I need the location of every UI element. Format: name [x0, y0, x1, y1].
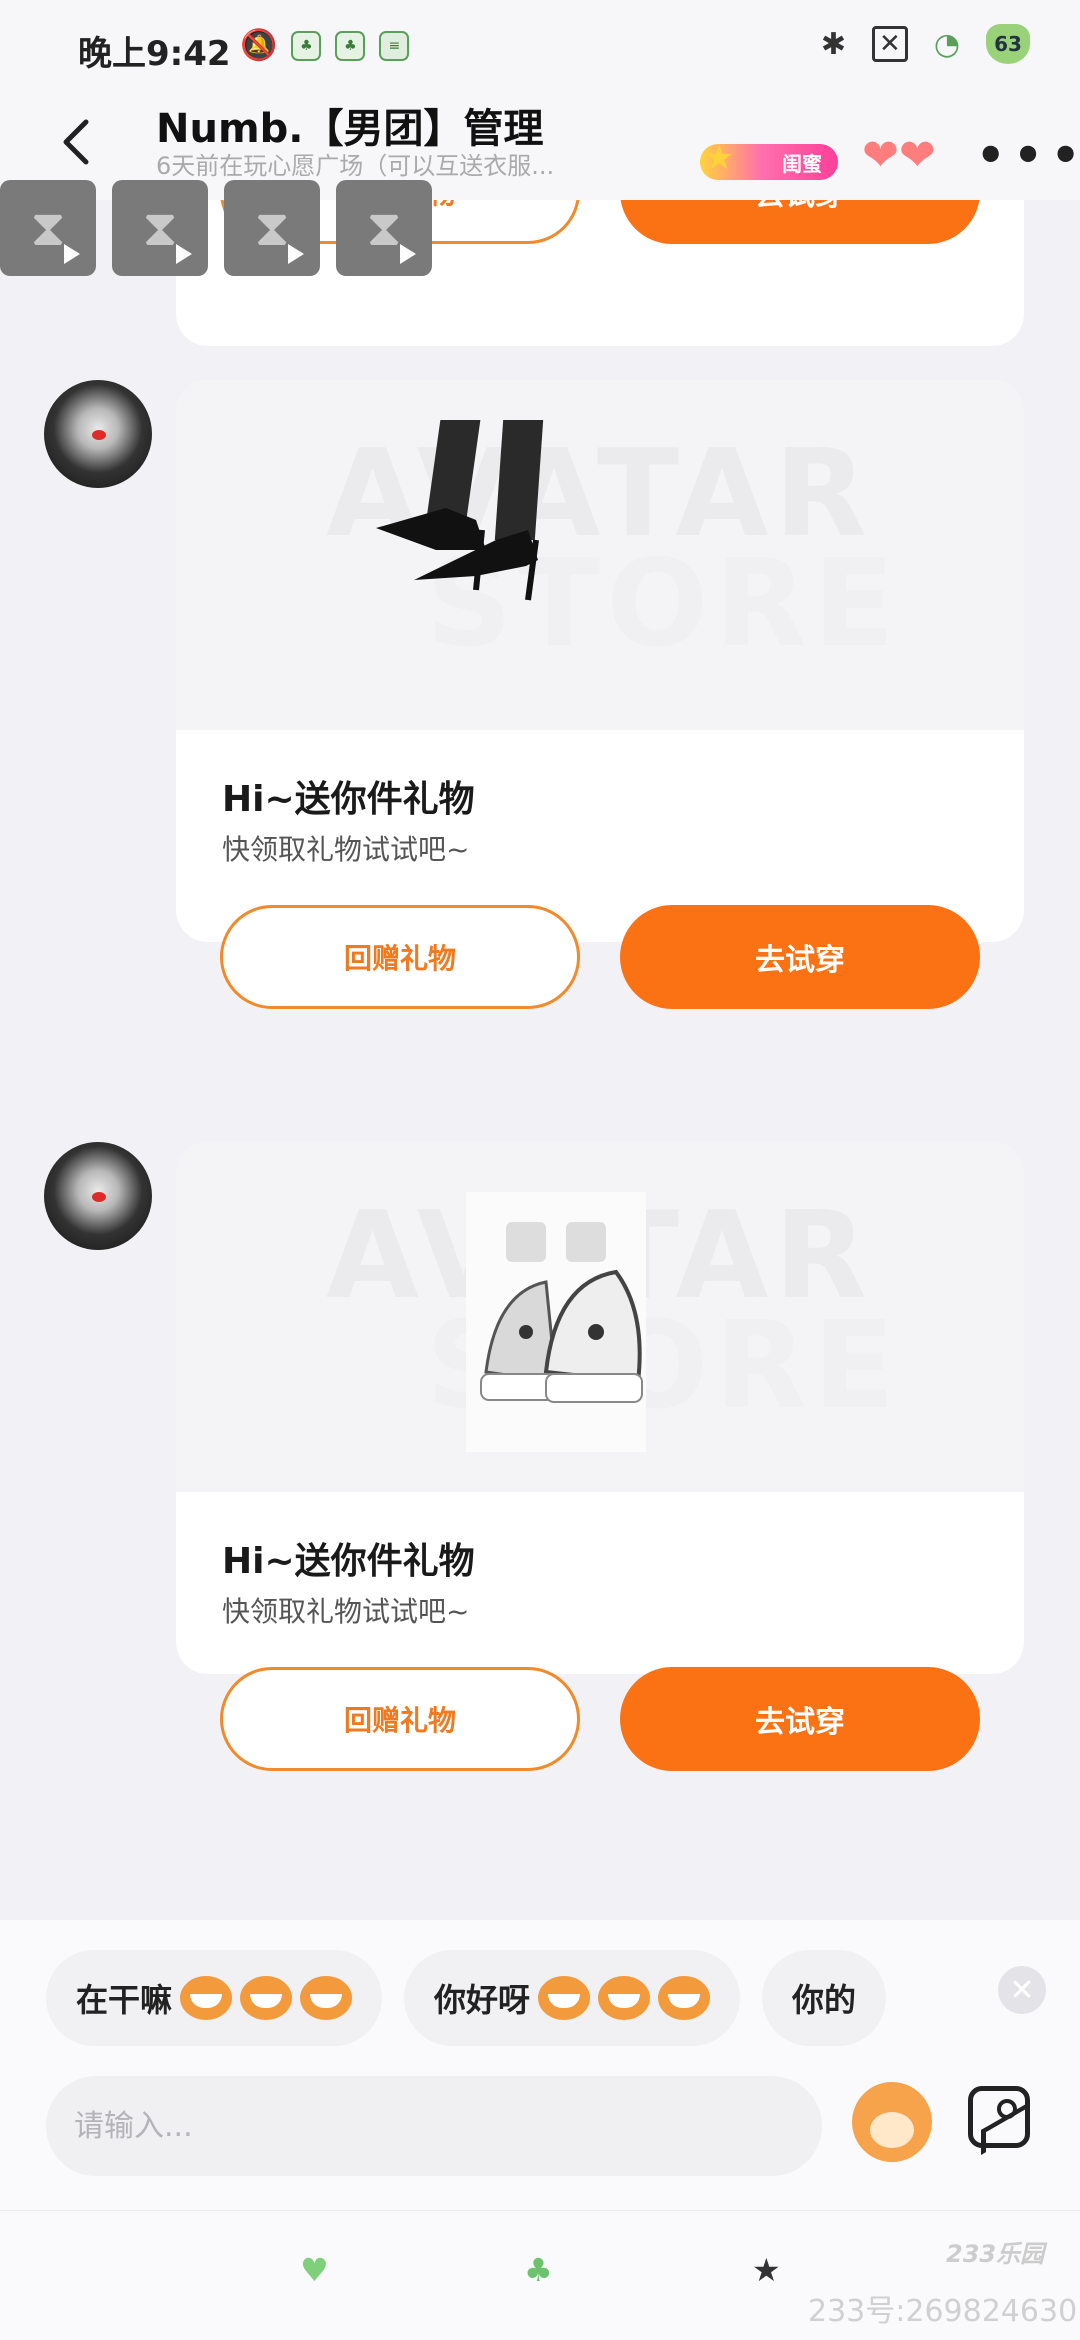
app-notification-icon: ≡: [379, 30, 410, 61]
monkey-emoji-icon: [598, 1976, 651, 2020]
watermark-id: 233号:269824630: [808, 2294, 1078, 2329]
message-input[interactable]: [46, 2076, 822, 2176]
return-gift-button[interactable]: 回赠礼物: [220, 1667, 580, 1771]
hourglass-icon: ⧗: [30, 198, 66, 257]
status-time: 晚上9:42: [78, 34, 231, 74]
try-on-button[interactable]: 去试穿: [620, 1667, 980, 1771]
hearts-icon[interactable]: ❤❤: [862, 130, 936, 181]
sender-avatar[interactable]: [44, 1142, 152, 1250]
back-arrow-icon[interactable]: [52, 112, 102, 172]
emoji-button[interactable]: [852, 2082, 932, 2162]
status-bar: 晚上9:42 🔕 ♣ ♣ ≡ ✱ ✕ ◔ 63: [0, 0, 1080, 90]
gift-card-title: Hi~送你件礼物: [222, 1541, 475, 1582]
quick-reply-chip[interactable]: 你好呀: [404, 1950, 741, 2046]
gift-item-image[interactable]: AVATARSTORE: [176, 1142, 1024, 1492]
hourglass-icon: ⧗: [366, 198, 402, 257]
battery-icon: 63: [986, 24, 1030, 64]
input-panel: 在干嘛 你好呀 你的 ✕ ♥ ♣ ★: [0, 1920, 1080, 2340]
high-heels-icon: [376, 420, 544, 601]
status-right-icons: ✱ ✕ ◔ 63: [821, 24, 1030, 64]
quick-reply-chip[interactable]: 在干嘛: [46, 1950, 383, 2046]
clover-tab-icon[interactable]: ♣: [524, 2251, 553, 2289]
gift-card-title: Hi~送你件礼物: [222, 779, 475, 820]
gift-card: AVATARSTORE Hi~送你件礼物 快领取礼物试试吧~ 回赠礼物 去试穿: [176, 1142, 1024, 1771]
quick-reply-row: 在干嘛 你好呀 你的: [46, 1950, 1036, 2046]
sim-icon: ✕: [872, 26, 908, 62]
star-icon: ★: [704, 138, 735, 178]
chat-message-list[interactable]: 回赠礼物 去试穿 AVATARSTORE Hi~送你件礼物 快领取礼物试试吧~ …: [0, 200, 1080, 1920]
star-tab-icon[interactable]: ★: [752, 2251, 781, 2289]
gift-item-image[interactable]: AVATARSTORE: [176, 380, 1024, 730]
status-left-icons: 🔕 ♣ ♣ ≡: [240, 28, 410, 63]
play-icon: [176, 244, 192, 264]
sneakers-icon: [466, 1192, 646, 1452]
video-thumbnail[interactable]: ⧗: [112, 180, 208, 276]
gift-card: AVATARSTORE Hi~送你件礼物 快领取礼物试试吧~ 回赠礼物 去试穿: [176, 380, 1024, 1009]
heart-tab-icon[interactable]: ♥: [300, 2251, 329, 2289]
quick-reply-chip[interactable]: 你的: [762, 1950, 887, 2046]
relationship-badge[interactable]: ★ 闺蜜: [700, 138, 838, 180]
hourglass-icon: ⧗: [254, 198, 290, 257]
sender-avatar[interactable]: [44, 380, 152, 488]
monkey-emoji-icon: [240, 1976, 293, 2020]
relationship-badge-label: 闺蜜: [782, 151, 822, 176]
avatar-eye: [92, 1192, 106, 1202]
quick-reply-label: 你好呀: [434, 1981, 531, 2019]
gift-card-description: 快领取礼物试试吧~: [222, 833, 470, 866]
try-on-button[interactable]: 去试穿: [620, 905, 980, 1009]
play-icon: [64, 244, 80, 264]
monkey-emoji-icon: [538, 1976, 591, 2020]
quick-reply-label: 你的: [792, 1981, 857, 2019]
monkey-emoji-icon: [180, 1976, 233, 2020]
image-picker-icon[interactable]: [968, 2086, 1030, 2148]
app-notification-icon: ♣: [335, 30, 366, 61]
try-on-button[interactable]: 去试穿: [620, 200, 980, 244]
chat-subtitle: 6天前在玩心愿广场（可以互送衣服...: [156, 152, 555, 180]
mute-bell-icon: 🔕: [240, 28, 278, 63]
watermark-brand: 233乐园: [946, 2240, 1045, 2268]
video-thumbnail[interactable]: ⧗: [224, 180, 320, 276]
video-thumbnail[interactable]: ⧗: [0, 180, 96, 276]
wifi-icon: ◔: [933, 26, 960, 62]
video-thumbnail[interactable]: ⧗: [336, 180, 432, 276]
avatar-eye: [92, 430, 106, 440]
play-icon: [288, 244, 304, 264]
hourglass-icon: ⧗: [142, 198, 178, 257]
video-thumbnail-strip: ⧗ ⧗ ⧗ ⧗: [0, 180, 432, 276]
bluetooth-icon: ✱: [820, 26, 847, 62]
monkey-emoji-icon: [300, 1976, 353, 2020]
gift-card-description: 快领取礼物试试吧~: [222, 1595, 470, 1628]
monkey-emoji-icon: [658, 1976, 711, 2020]
app-notification-icon: ♣: [291, 30, 322, 61]
quick-reply-label: 在干嘛: [76, 1981, 173, 2019]
return-gift-button[interactable]: 回赠礼物: [220, 905, 580, 1009]
close-quick-replies-icon[interactable]: ✕: [998, 1966, 1046, 2014]
play-icon: [400, 244, 416, 264]
more-options-icon[interactable]: • • •: [976, 128, 1080, 182]
